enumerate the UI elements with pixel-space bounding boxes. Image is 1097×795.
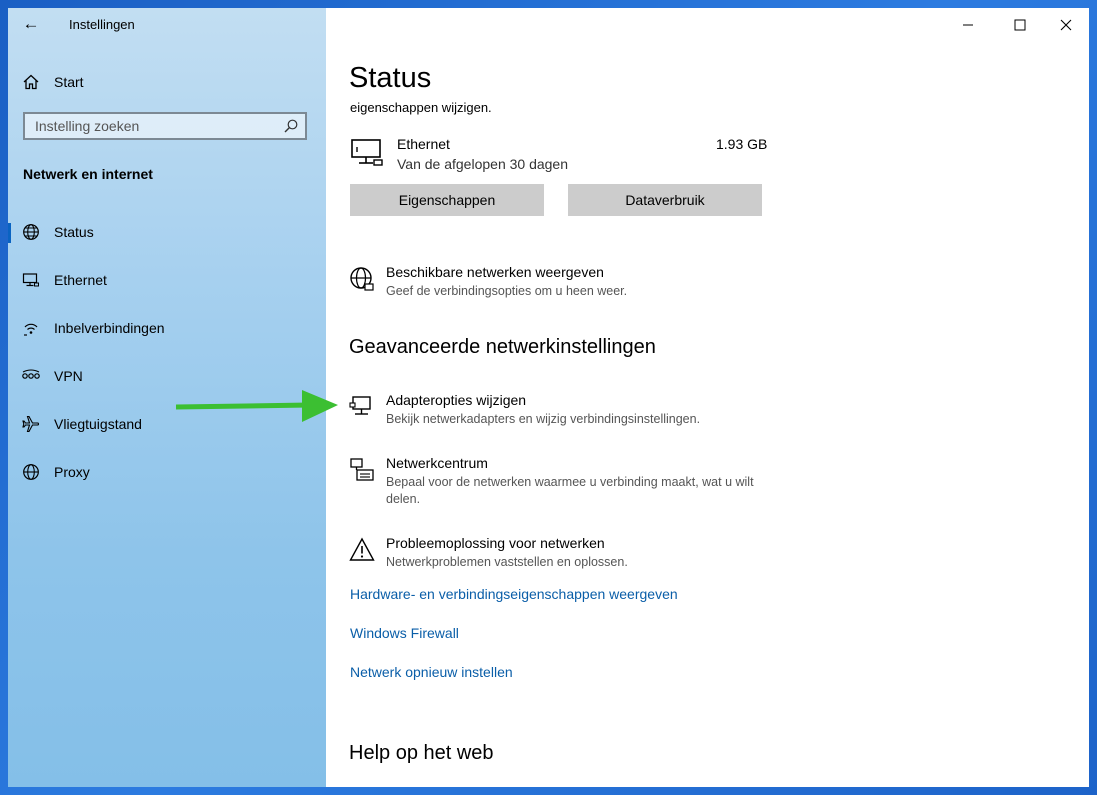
ethernet-monitor-icon [351, 139, 383, 166]
sidebar-item-dialup[interactable]: Inbelverbindingen [8, 313, 326, 343]
main-panel: Status eigenschappen wijzigen. Ethernet … [326, 8, 1089, 787]
warning-icon [349, 537, 375, 561]
back-button[interactable]: ← [20, 14, 42, 34]
available-networks-description: Geef de verbindingsopties om u heen weer… [386, 284, 628, 298]
sidebar-item-label: Proxy [54, 464, 90, 480]
globe-network-icon [350, 267, 374, 291]
search-icon[interactable] [283, 118, 299, 134]
search-box [23, 112, 307, 140]
network-adapter-icon [349, 396, 371, 415]
network-reset-link[interactable]: Netwerk opnieuw instellen [350, 664, 513, 680]
close-button[interactable] [1050, 14, 1082, 36]
back-arrow-icon: ← [22, 14, 40, 33]
settings-window: ← Instellingen Start Netwerk en internet [8, 8, 1089, 787]
monitor-icon [22, 273, 39, 287]
network-center-title: Netwerkcentrum [386, 455, 488, 471]
sidebar-item-ethernet[interactable]: Ethernet [8, 265, 326, 295]
sidebar-item-status[interactable]: Status [8, 217, 326, 247]
adapter-options-description: Bekijk netwerkadapters en wijzig verbind… [386, 412, 701, 426]
minimize-icon [963, 24, 973, 26]
data-usage-button[interactable]: Dataverbruik [568, 184, 762, 216]
sidebar-item-label: Ethernet [54, 272, 107, 288]
page-title: Status [349, 62, 432, 94]
sidebar-item-proxy[interactable]: Proxy [8, 457, 326, 487]
title-bar: ← Instellingen [8, 8, 326, 40]
sidebar-item-label: VPN [54, 368, 83, 384]
home-icon [23, 74, 39, 90]
network-center-description: Bepaal voor de netwerken waarmee u verbi… [386, 475, 754, 506]
annotation-arrow [176, 390, 338, 422]
globe-icon [23, 224, 39, 240]
selected-indicator [8, 223, 11, 243]
available-networks-title: Beschikbare netwerken weergeven [386, 264, 604, 280]
dialup-icon [24, 323, 38, 336]
airplane-icon [22, 415, 40, 433]
search-input[interactable] [25, 114, 285, 138]
home-label: Start [54, 74, 84, 90]
section-title: Netwerk en internet [23, 166, 153, 182]
hardware-properties-link[interactable]: Hardware- en verbindingseigenschappen we… [350, 586, 678, 602]
app-title: Instellingen [69, 17, 135, 32]
network-center-icon [350, 458, 374, 481]
sidebar-item-label: Inbelverbindingen [54, 320, 165, 336]
troubleshoot-title: Probleemoplossing voor netwerken [386, 535, 605, 551]
page-subtitle: eigenschappen wijzigen. [350, 100, 492, 115]
maximize-button[interactable] [1004, 14, 1036, 36]
help-heading: Help op het web [349, 742, 494, 764]
properties-button[interactable]: Eigenschappen [350, 184, 544, 216]
troubleshoot-description: Netwerkproblemen vaststellen en oplossen… [386, 555, 628, 569]
sidebar-item-vpn[interactable]: VPN [8, 361, 326, 391]
advanced-heading: Geavanceerde netwerkinstellingen [349, 336, 656, 358]
windows-firewall-link[interactable]: Windows Firewall [350, 625, 459, 641]
ethernet-usage: 1.93 GB [716, 136, 768, 152]
sidebar-item-label: Vliegtuigstand [54, 416, 142, 432]
minimize-button[interactable] [952, 14, 984, 36]
close-icon [1060, 19, 1072, 31]
adapter-options-title: Adapteropties wijzigen [386, 392, 527, 408]
sidebar-item-label: Status [54, 224, 94, 240]
globe-icon [23, 464, 39, 480]
home-nav-item[interactable]: Start [22, 72, 84, 92]
vpn-icon [22, 369, 40, 379]
maximize-icon [1014, 19, 1026, 31]
ethernet-name: Ethernet [397, 136, 450, 152]
ethernet-period: Van de afgelopen 30 dagen [397, 156, 569, 172]
